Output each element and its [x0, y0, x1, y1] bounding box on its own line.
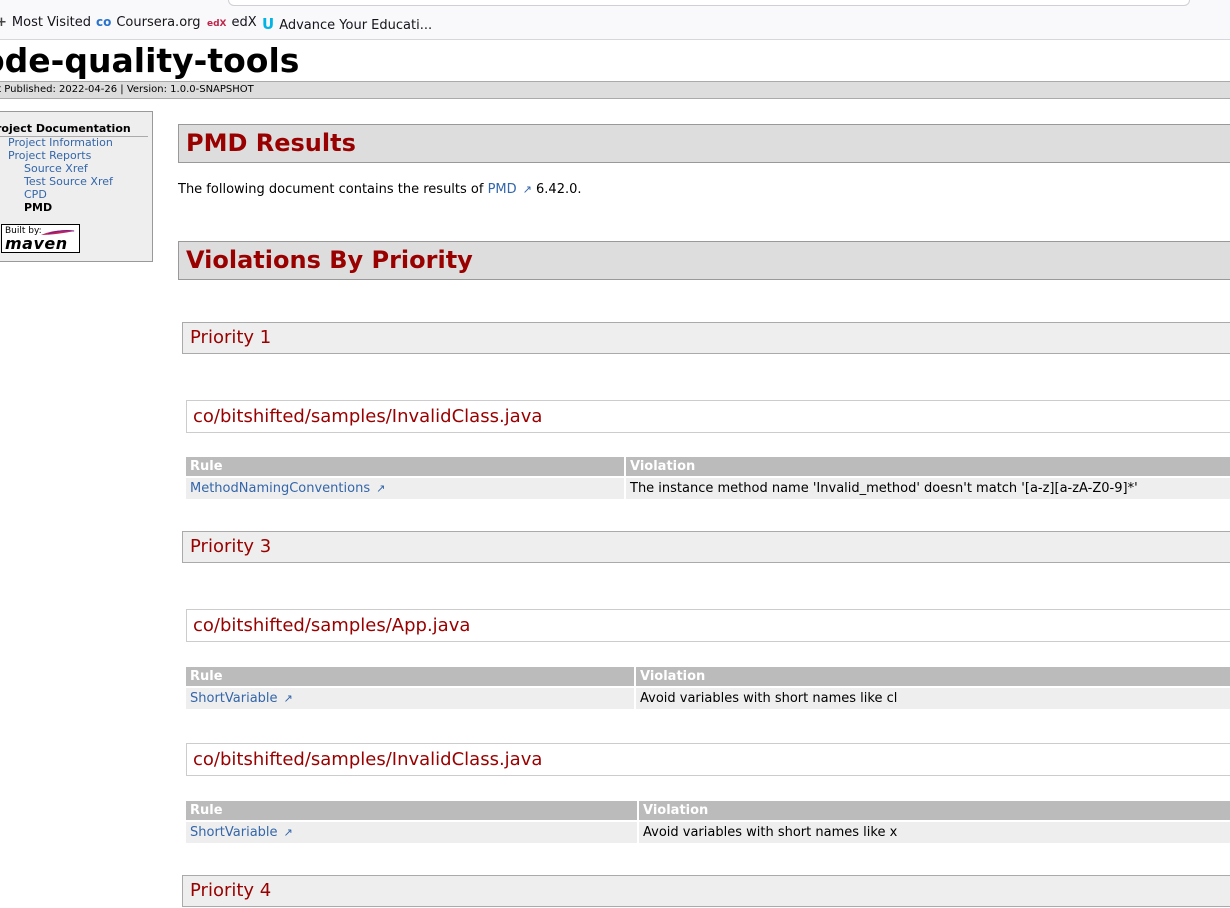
- rule-link[interactable]: ShortVariable: [190, 825, 278, 840]
- col-header-rule: Rule: [186, 667, 634, 686]
- bookmark-udacity[interactable]: U Advance Your Educati...: [262, 15, 432, 33]
- plus-icon: +: [0, 15, 7, 30]
- rule-link[interactable]: MethodNamingConventions: [190, 481, 370, 496]
- edx-icon: edX: [207, 19, 227, 29]
- file-heading: co/bitshifted/samples/App.java: [186, 609, 1230, 642]
- bookmarks-toolbar: + Most Visited co Coursera.org edX edX U Adv…: [0, 0, 1230, 40]
- built-by-maven-logo[interactable]: Built by: maven: [1, 224, 80, 253]
- external-link-icon: ↗: [283, 692, 293, 705]
- udacity-icon: U: [262, 15, 275, 33]
- bookmark-most-visited[interactable]: + Most Visited: [0, 15, 91, 30]
- maven-wordmark: maven: [5, 234, 68, 253]
- nav-project-information[interactable]: Project Information: [8, 136, 113, 149]
- file-heading: co/bitshifted/samples/InvalidClass.java: [186, 743, 1230, 776]
- col-header-rule: Rule: [186, 457, 624, 476]
- bookmark-label: Advance Your Educati...: [279, 18, 433, 33]
- rule-cell: MethodNamingConventions ↗: [186, 478, 624, 499]
- external-link-icon: ↗: [376, 482, 386, 495]
- publish-info: st Published: 2022-04-26 | Version: 1.0.…: [0, 84, 254, 95]
- external-link-icon: ↗: [522, 183, 532, 196]
- col-header-violation: Violation: [639, 801, 1230, 820]
- nav-test-source-xref[interactable]: Test Source Xref: [24, 175, 113, 188]
- left-navigation: roject Documentation Project Information…: [0, 111, 153, 262]
- intro-prefix: The following document contains the resu…: [178, 182, 488, 197]
- violation-cell: Avoid variables with short names like x: [639, 822, 1230, 843]
- rule-cell: ShortVariable ↗: [186, 822, 637, 843]
- bookmark-edx[interactable]: edX edX: [207, 15, 257, 30]
- page-title: PMD Results: [178, 124, 1230, 163]
- url-bar[interactable]: [228, 0, 1190, 6]
- rule-cell: ShortVariable ↗: [186, 688, 634, 709]
- violation-cell: Avoid variables with short names like cl: [636, 688, 1230, 709]
- nav-pmd-current: PMD: [24, 201, 53, 214]
- bookmark-coursera[interactable]: co Coursera.org: [96, 15, 201, 30]
- col-header-rule: Rule: [186, 801, 637, 820]
- project-title: ode-quality-tools: [0, 41, 300, 80]
- nav-cpd[interactable]: CPD: [24, 188, 47, 201]
- bookmark-label: edX: [231, 15, 257, 30]
- violations-table: Rule Violation ShortVariable ↗ Avoid vari…: [186, 801, 1230, 843]
- nav-heading: roject Documentation: [0, 122, 148, 137]
- breadcrumb: st Published: 2022-04-26 | Version: 1.0.…: [0, 81, 1230, 99]
- intro-suffix: 6.42.0.: [531, 182, 582, 197]
- pmd-link[interactable]: PMD: [488, 182, 517, 197]
- nav-project-reports[interactable]: Project Reports: [8, 149, 91, 162]
- external-link-icon: ↗: [283, 826, 293, 839]
- col-header-violation: Violation: [636, 667, 1230, 686]
- priority-heading: Priority 1: [182, 322, 1230, 354]
- nav-source-xref[interactable]: Source Xref: [24, 162, 88, 175]
- bookmark-label: Most Visited: [11, 15, 92, 30]
- col-header-violation: Violation: [626, 457, 1230, 476]
- bookmark-label: Coursera.org: [116, 15, 201, 30]
- section-violations-by-priority: Violations By Priority: [178, 241, 1230, 280]
- rule-link[interactable]: ShortVariable: [190, 691, 278, 706]
- violations-table: Rule Violation ShortVariable ↗ Avoid vari…: [186, 667, 1230, 709]
- priority-heading: Priority 4: [182, 875, 1230, 907]
- file-heading: co/bitshifted/samples/InvalidClass.java: [186, 400, 1230, 433]
- coursera-icon: co: [96, 15, 112, 29]
- violations-table: Rule Violation MethodNamingConventions ↗ …: [186, 457, 1230, 499]
- intro-text: The following document contains the resu…: [178, 182, 582, 197]
- violation-cell: The instance method name 'Invalid_method…: [626, 478, 1230, 499]
- priority-heading: Priority 3: [182, 531, 1230, 563]
